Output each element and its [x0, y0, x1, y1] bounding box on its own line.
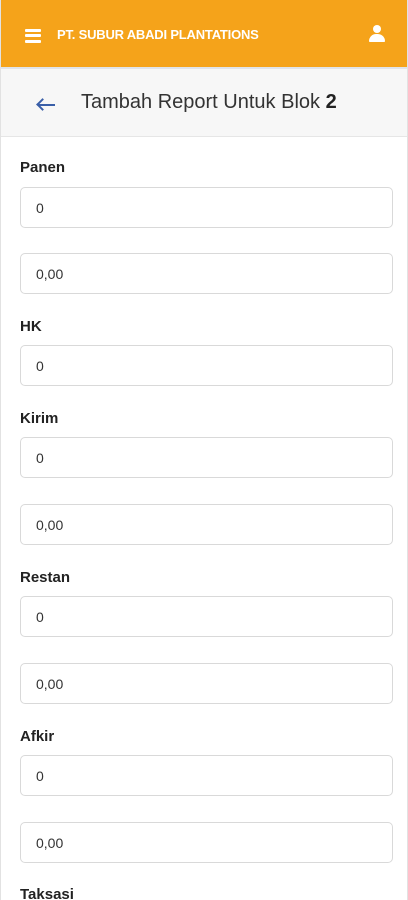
hk-label: HK [20, 318, 42, 335]
panen-decimal-input[interactable] [20, 253, 393, 294]
hamburger-menu-icon[interactable] [25, 28, 41, 43]
app-screen: PT. SUBUR ABADI PLANTATIONS Tambah Repor… [0, 0, 408, 900]
panen-input[interactable] [20, 187, 393, 228]
page-title-text: Tambah Report Untuk Blok [81, 91, 326, 113]
panen-label: Panen [20, 159, 66, 176]
user-icon[interactable] [367, 24, 387, 44]
restan-input[interactable] [20, 596, 393, 637]
page-title: Tambah Report Untuk Blok 2 [81, 91, 337, 114]
hk-input[interactable] [20, 345, 393, 386]
top-app-bar: PT. SUBUR ABADI PLANTATIONS [1, 0, 407, 69]
afkir-input[interactable] [20, 755, 393, 796]
afkir-decimal-input[interactable] [20, 822, 393, 863]
arrow-left-icon[interactable] [36, 97, 57, 112]
restan-decimal-input[interactable] [20, 663, 393, 704]
kirim-label: Kirim [20, 410, 59, 427]
page-header: Tambah Report Untuk Blok 2 [1, 69, 407, 137]
restan-label: Restan [20, 569, 71, 586]
kirim-decimal-input[interactable] [20, 504, 393, 545]
block-number: 2 [325, 91, 337, 113]
kirim-input[interactable] [20, 437, 393, 478]
taksasi-label: Taksasi [20, 886, 74, 900]
afkir-label: Afkir [20, 728, 55, 745]
app-brand-title: PT. SUBUR ABADI PLANTATIONS [57, 27, 259, 42]
